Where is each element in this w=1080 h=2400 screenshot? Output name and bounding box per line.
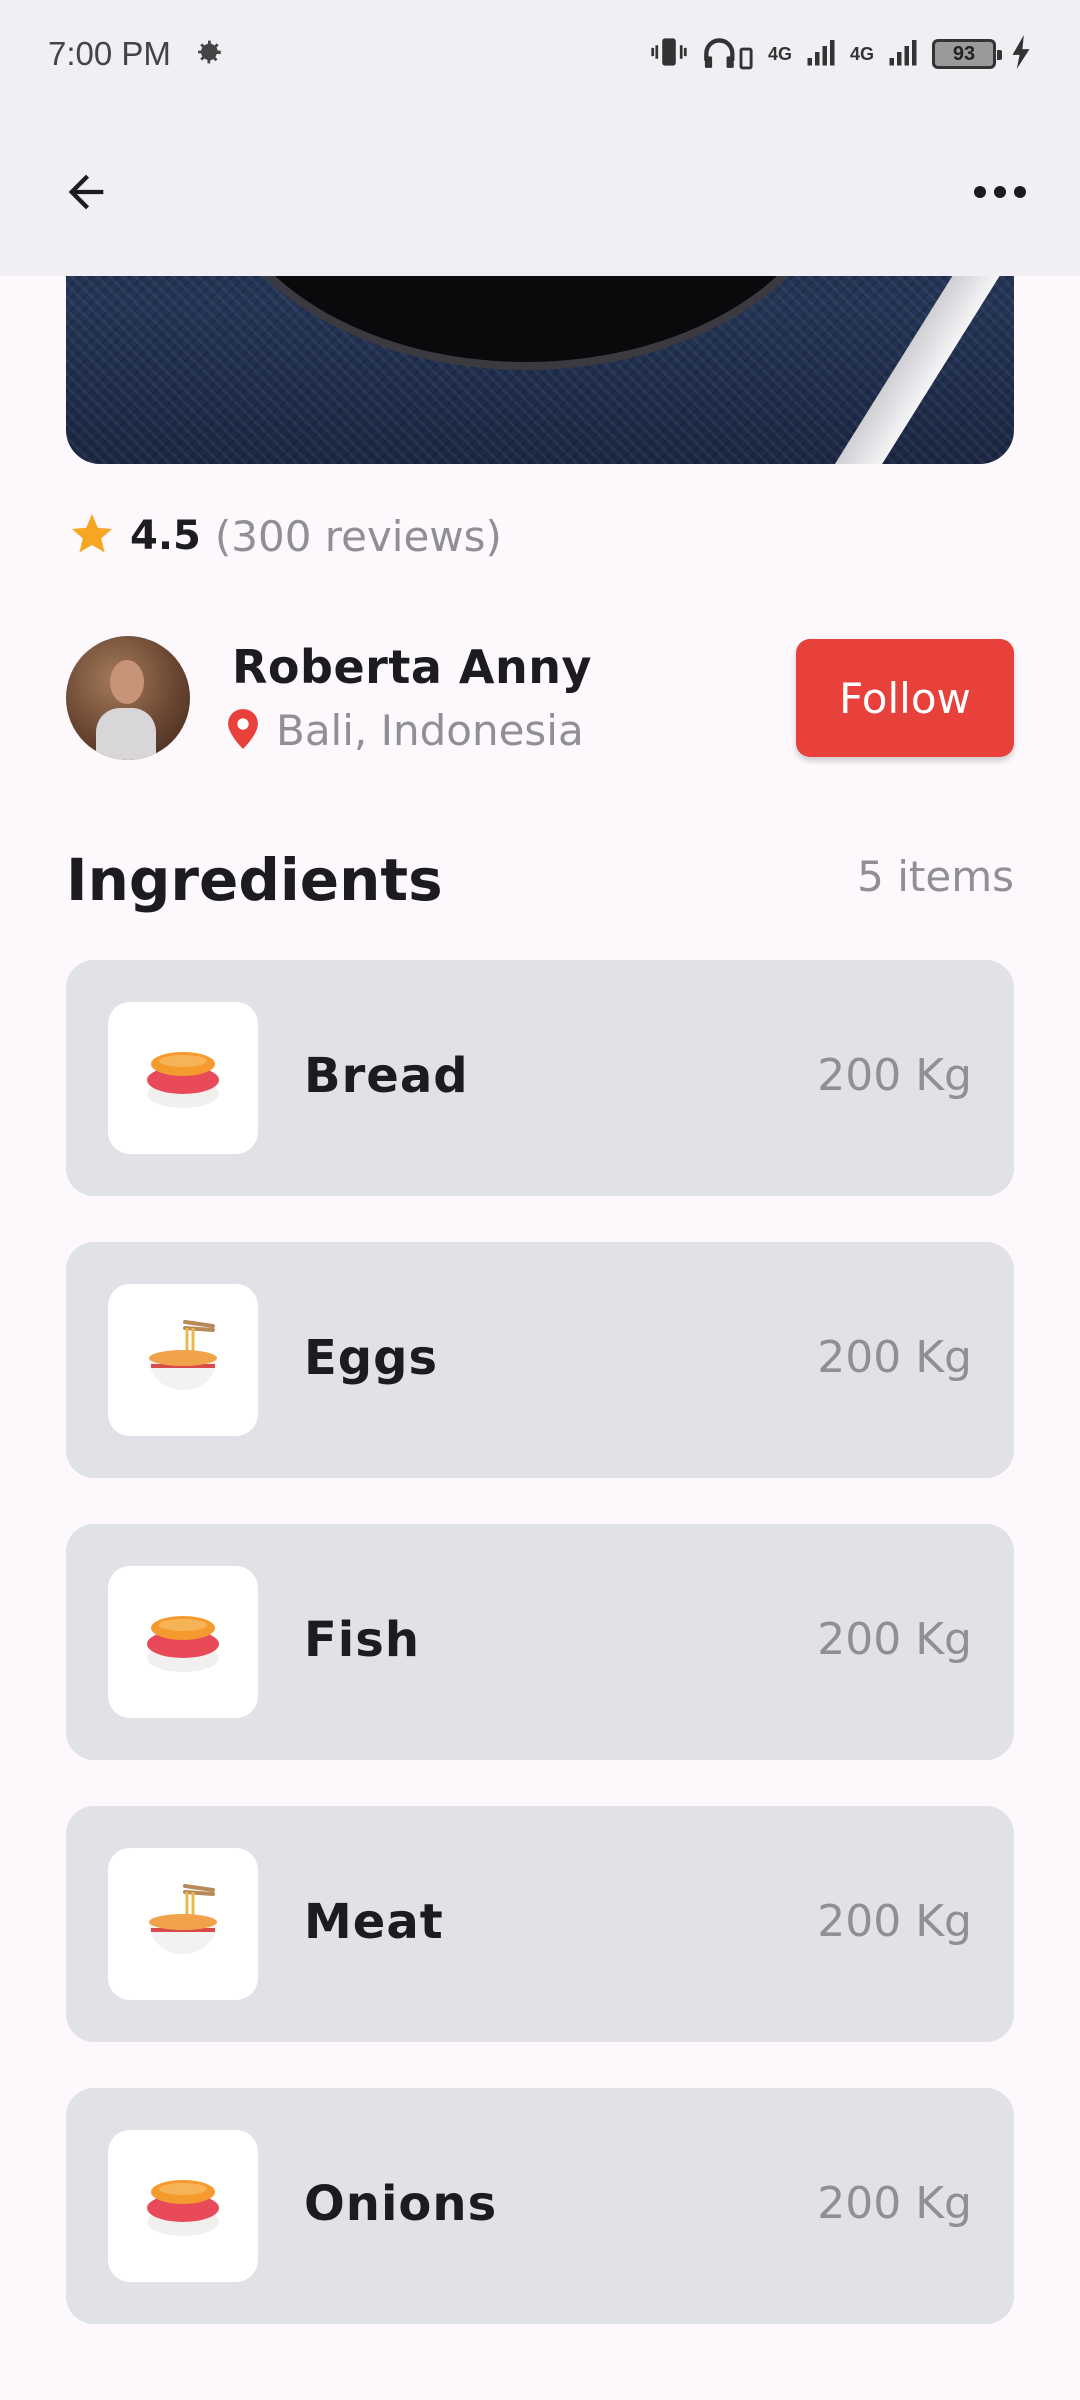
signal-icon-2 [888, 37, 918, 71]
ingredient-thumbnail [108, 1284, 258, 1436]
ingredient-item[interactable]: Onions 200 Kg [66, 2088, 1014, 2324]
ingredient-thumbnail [108, 2130, 258, 2282]
ingredient-thumbnail [108, 1848, 258, 2000]
ingredient-thumbnail [108, 1002, 258, 1154]
ingredient-name: Meat [304, 1894, 444, 1950]
ingredient-quantity: 200 Kg [817, 1050, 972, 1101]
network-type-label: 4G [767, 43, 792, 64]
ingredient-name: Eggs [304, 1330, 439, 1386]
status-bar: 7:00 PM 4G 4G 93 [0, 0, 1080, 108]
sushi-icon [141, 2162, 225, 2250]
avatar[interactable] [66, 636, 190, 760]
author-name: Roberta Anny [232, 640, 592, 694]
status-time: 7:00 PM [48, 35, 171, 72]
rating-value: 4.5 [130, 513, 201, 559]
ingredient-name: Onions [304, 2176, 498, 2232]
noodle-bowl-icon [141, 1316, 225, 1404]
ingredient-quantity: 200 Kg [817, 1332, 972, 1383]
noodle-bowl-icon [141, 1880, 225, 1968]
rating-reviews: (300 reviews) [214, 511, 502, 561]
ingredient-quantity: 200 Kg [817, 1614, 972, 1665]
author-location-text: Bali, Indonesia [276, 706, 584, 755]
ingredient-item[interactable]: Eggs 200 Kg [66, 1242, 1014, 1478]
headphones-icon [702, 34, 754, 74]
charging-icon [1010, 35, 1032, 73]
location-pin-icon [226, 708, 260, 753]
sushi-icon [141, 1034, 225, 1122]
ingredient-name: Bread [304, 1048, 469, 1104]
ingredients-count: 5 items [857, 852, 1014, 901]
signal-icon [806, 37, 836, 71]
app-bar [0, 108, 1080, 276]
ingredient-item[interactable]: Fish 200 Kg [66, 1524, 1014, 1760]
ingredient-thumbnail [108, 1566, 258, 1718]
sushi-icon [141, 1598, 225, 1686]
ingredient-item[interactable]: Meat 200 Kg [66, 1806, 1014, 2042]
rating-row: 4.5 (300 reviews) [68, 506, 502, 566]
settings-icon [191, 35, 225, 73]
ingredients-title: Ingredients [66, 846, 443, 914]
star-icon [68, 510, 116, 562]
battery-icon: 93 [932, 39, 1002, 69]
follow-button[interactable]: Follow [796, 639, 1014, 757]
ingredient-quantity: 200 Kg [817, 1896, 972, 1947]
ingredient-item[interactable]: Bread 200 Kg [66, 960, 1014, 1196]
ingredient-quantity: 200 Kg [817, 2178, 972, 2229]
ingredient-name: Fish [304, 1612, 420, 1668]
author-row: Roberta Anny Bali, Indonesia Follow [66, 636, 1014, 760]
ingredients-list: Bread 200 Kg Eggs 200 Kg Fish 200 Kg Mea… [66, 960, 1014, 2370]
vibrate-icon [650, 35, 688, 73]
network-type-label-2: 4G [849, 43, 874, 64]
more-horizontal-icon[interactable] [964, 156, 1036, 228]
author-location: Bali, Indonesia [226, 706, 584, 755]
arrow-back-icon[interactable] [50, 156, 122, 228]
